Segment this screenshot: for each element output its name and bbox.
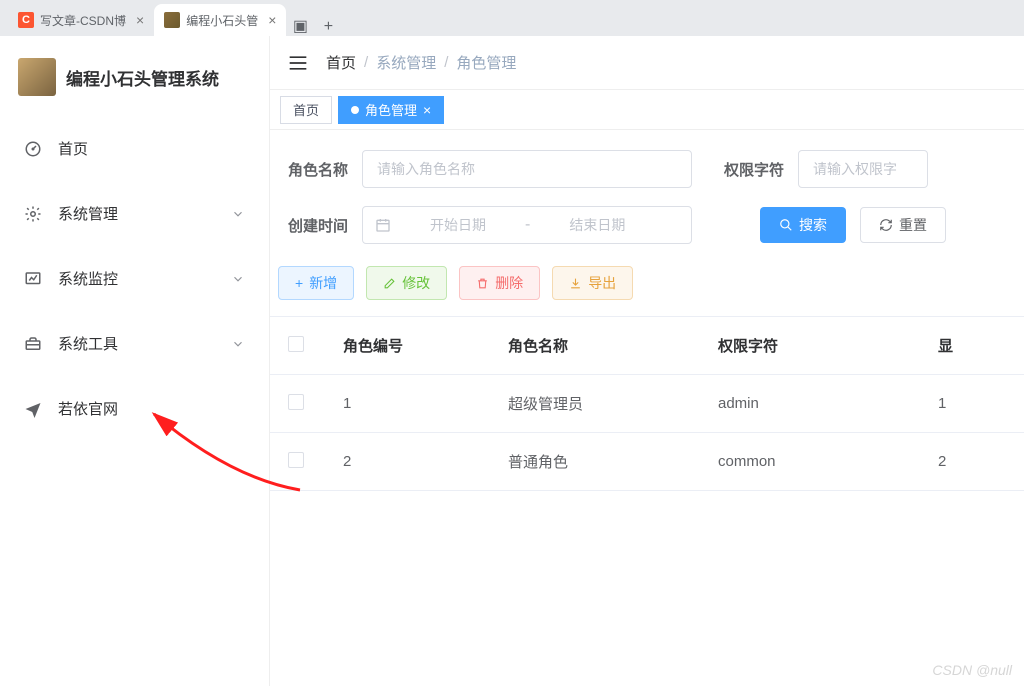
sidebar-item-label: 若依官网 [58,398,118,419]
role-name-input[interactable] [362,150,692,188]
dashboard-icon [24,140,42,158]
export-button[interactable]: 导出 [552,266,633,300]
date-range-picker[interactable]: - [362,206,692,244]
tab-role[interactable]: 角色管理 × [338,96,444,124]
sidebar-item-label: 首页 [58,138,88,159]
close-icon[interactable]: × [268,12,276,28]
select-all-checkbox[interactable] [288,336,304,352]
tab-label: 编程小石头管 [186,12,258,29]
refresh-icon [879,218,893,232]
date-sep: - [525,216,530,234]
cell-id: 1 [343,395,508,412]
sidebar-item-label: 系统监控 [58,268,118,289]
search-button[interactable]: 搜索 [760,207,846,243]
plane-icon [24,400,42,418]
chevron-down-icon [231,337,245,351]
cell-perm: admin [718,395,938,412]
browser-tab-csdn[interactable]: C 写文章-CSDN博 × [8,4,154,36]
tab-label: 首页 [293,100,319,119]
col-perm: 权限字符 [718,335,938,356]
watermark: CSDN @null [932,662,1012,678]
start-date-input[interactable] [403,217,513,233]
page-tabs: 首页 角色管理 × [270,90,1024,130]
trash-icon [476,277,489,290]
row-checkbox[interactable] [288,394,304,410]
topbar: 首页 / 系统管理 / 角色管理 [270,36,1024,90]
breadcrumb: 首页 / 系统管理 / 角色管理 [326,52,516,73]
chevron-down-icon [231,207,245,221]
toolbox-icon [24,335,42,353]
end-date-input[interactable] [542,217,652,233]
calendar-icon [375,217,391,233]
table-row[interactable]: 1 超级管理员 admin 1 [270,375,1024,433]
close-icon[interactable]: × [423,102,431,118]
app-favicon [164,12,180,28]
button-label: 修改 [402,273,430,293]
sidebar-item-monitor[interactable]: 系统监控 [0,246,269,311]
browser-tab-app[interactable]: 编程小石头管 × [154,4,286,36]
button-label: 删除 [495,273,523,293]
hamburger-icon[interactable] [288,55,308,71]
perm-input[interactable] [798,150,928,188]
chevron-down-icon [231,272,245,286]
table-row[interactable]: 2 普通角色 common 2 [270,433,1024,491]
gear-icon [24,205,42,223]
browser-tab-strip: C 写文章-CSDN博 × 编程小石头管 × ▣ + [0,0,1024,36]
tab-label: 写文章-CSDN博 [40,12,126,29]
role-table: 角色编号 角色名称 权限字符 显 1 超级管理员 admin 1 2 普通角色 … [270,316,1024,491]
reset-button[interactable]: 重置 [860,207,946,243]
col-name: 角色名称 [508,335,718,356]
create-time-label: 创建时间 [278,215,348,236]
sidebar-item-home[interactable]: 首页 [0,116,269,181]
role-name-label: 角色名称 [278,159,348,180]
plus-icon: + [295,275,303,291]
button-label: 搜索 [799,215,827,235]
breadcrumb-role: 角色管理 [456,52,516,73]
cell-name: 普通角色 [508,451,718,472]
breadcrumb-sep: / [444,54,448,71]
edit-button[interactable]: 修改 [366,266,447,300]
new-tab-button[interactable]: + [314,18,342,36]
edit-icon [383,277,396,290]
logo-row: 编程小石头管理系统 [0,48,269,116]
button-label: 导出 [588,273,616,293]
breadcrumb-home[interactable]: 首页 [326,52,356,73]
search-icon [779,218,793,232]
app-title: 编程小石头管理系统 [66,65,219,90]
cell-show: 2 [938,453,998,470]
sidebar-item-label: 系统管理 [58,203,118,224]
table-header-row: 角色编号 角色名称 权限字符 显 [270,317,1024,375]
breadcrumb-system[interactable]: 系统管理 [376,52,436,73]
sidebar: 编程小石头管理系统 首页 系统管理 系统监控 系统工具 [0,36,270,686]
close-icon[interactable]: × [136,12,144,28]
csdn-icon: C [18,12,34,28]
tab-home[interactable]: 首页 [280,96,332,124]
cell-perm: common [718,453,938,470]
breadcrumb-sep: / [364,54,368,71]
cell-id: 2 [343,453,508,470]
cell-show: 1 [938,395,998,412]
sidebar-item-ruoyi[interactable]: 若依官网 [0,376,269,441]
tab-label: 角色管理 [365,100,417,119]
monitor-icon [24,270,42,288]
col-show: 显 [938,335,998,356]
col-id: 角色编号 [343,335,508,356]
button-label: 新增 [309,273,337,293]
delete-button[interactable]: 删除 [459,266,540,300]
sidebar-item-label: 系统工具 [58,333,118,354]
perm-label: 权限字符 [706,159,784,180]
button-label: 重置 [899,215,927,235]
sidebar-item-system[interactable]: 系统管理 [0,181,269,246]
row-checkbox[interactable] [288,452,304,468]
add-button[interactable]: + 新增 [278,266,354,300]
cell-name: 超级管理员 [508,393,718,414]
sidebar-item-tools[interactable]: 系统工具 [0,311,269,376]
tab-group-icon[interactable]: ▣ [286,16,314,36]
download-icon [569,277,582,290]
logo-image [18,58,56,96]
